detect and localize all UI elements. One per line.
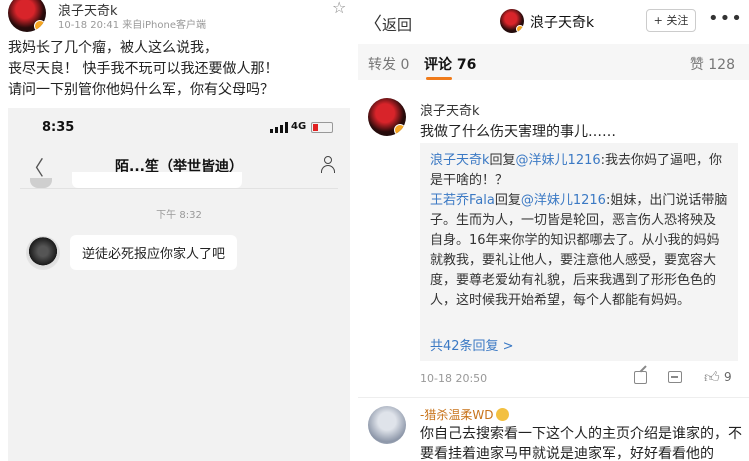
comment-author-name: -猎杀温柔WD [420,408,494,422]
like-count: 9 [724,370,732,384]
tab-repost[interactable]: 转发 0 [368,54,409,74]
message-bubble: 逆徒必死报应你家人了吧 [70,235,238,270]
comment-icon[interactable] [668,371,682,383]
signal-icon [270,122,288,133]
previous-message-bubble [72,172,242,188]
reply-target[interactable]: @洋妹儿1216 [521,193,606,208]
right-comments-panel: 〈返回 浪子天奇k + 关注 ••• 转发 0 评论 76 赞 128 浪子天奇… [358,0,749,461]
sender-avatar[interactable] [26,236,60,270]
reply-thread[interactable]: 浪子天奇k回复@洋妹儿1216:我去你妈了逼吧，你是干啥的！？ 王若乔Fala回… [420,143,738,361]
verified-badge-icon [516,25,524,33]
reply-verb: 回复 [494,193,521,208]
reply-item: 王若乔Fala回复@洋妹儿1216:姐妹，出门说话带脑子。生而为人，一切皆是轮回… [430,191,728,311]
header-avatar[interactable] [500,9,524,33]
post-body: 我妈长了几个瘤，被人这么说我， 丧尽天良！ 快手我不玩可以我还要做人那！ 请问一… [8,38,348,101]
header-username[interactable]: 浪子天奇k [530,12,594,32]
divider [20,188,338,189]
more-replies-link[interactable]: 共42条回复 > [430,337,514,357]
follow-button[interactable]: + 关注 [646,9,696,32]
reply-target[interactable]: @洋妹儿1216 [516,153,601,168]
divider [358,397,749,398]
comment-text: 我做了什么伤天害理的事儿…… [420,124,616,140]
comment-text: 你自己去搜索看一下这个人的主页介绍是谁家的，不要看挂着迪家马甲就说是迪家军，好好… [420,426,742,461]
tab-comment[interactable]: 评论 76 [424,54,476,74]
active-tab-indicator [426,77,452,80]
left-post-panel: 浪子天奇k 10-18 20:41 来自iPhone客户端 ☆ 我妈长了几个瘤，… [0,0,356,461]
comment-actions: 👍︎ 9 [628,368,744,388]
verified-badge-icon [34,20,46,32]
tab-like[interactable]: 赞 128 [690,54,735,74]
comment-author[interactable]: -猎杀温柔WD [420,406,510,423]
reply-user[interactable]: 浪子天奇k [430,153,490,168]
battery-icon [311,122,333,133]
previous-message-avatar [30,178,52,188]
back-label: 返回 [382,16,413,34]
comment-avatar[interactable] [368,98,406,136]
emoji-icon [496,408,510,421]
status-bar: 8:35 4G [8,108,350,148]
post-line: 请问一下别管你他妈什么军，你有父母吗？ [8,82,274,98]
post-line: 丧尽天良！ 快手我不玩可以我还要做人那！ [8,61,279,77]
comment-avatar[interactable] [368,406,406,444]
message-timestamp: 下午 8:32 [156,210,202,221]
more-options-icon[interactable]: ••• [708,8,743,29]
reply-verb: 回复 [489,153,516,168]
author-avatar[interactable] [8,0,46,32]
chevron-left-icon: 〈 [364,14,382,35]
verified-badge-icon [394,124,406,136]
comment-author[interactable]: 浪子天奇k [420,100,480,119]
user-profile-icon[interactable] [320,156,336,174]
comment-time: 10-18 20:50 [420,372,488,385]
reply-user[interactable]: 王若乔Fala [430,193,495,208]
chat-screenshot: 8:35 4G 〈 陌...笙（举世皆迪） 下午 8:32 逆徒必死报应你家人了… [8,108,350,461]
reply-item: 浪子天奇k回复@洋妹儿1216:我去你妈了逼吧，你是干啥的！？ [430,151,728,191]
network-label: 4G [291,121,307,132]
back-button[interactable]: 〈返回 [364,10,412,36]
reply-text: :姐妹，出门说话带脑子。生而为人，一切皆是轮回，恶言伤人恐将殃及自身。16年来你… [430,193,728,308]
tab-bar: 转发 0 评论 76 赞 128 [358,44,749,80]
post-line: 我妈长了几个瘤，被人这么说我， [8,40,218,56]
post-meta: 10-18 20:41 来自iPhone客户端 [58,20,206,31]
share-icon[interactable] [634,371,647,384]
thumbs-up-icon[interactable]: 👍︎ [704,368,720,387]
status-time: 8:35 [42,120,75,135]
star-icon[interactable]: ☆ [332,0,346,17]
